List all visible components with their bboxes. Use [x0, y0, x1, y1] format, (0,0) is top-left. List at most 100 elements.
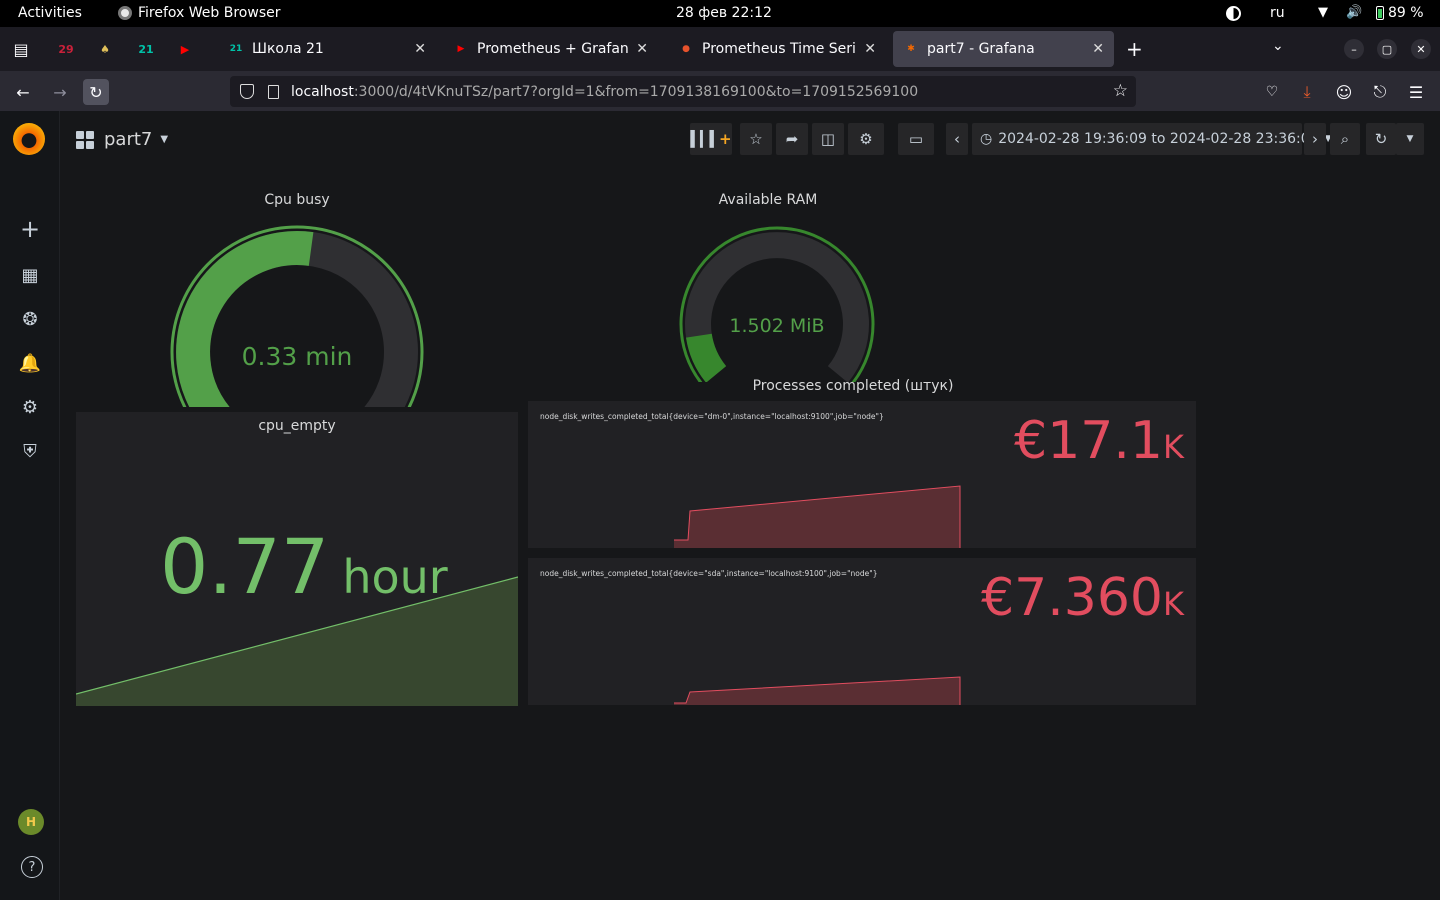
app-menu[interactable]: Firefox Web Browser	[118, 5, 281, 21]
tab-favicon-icon: 21	[229, 44, 243, 54]
help-icon[interactable]: ?	[21, 856, 43, 878]
panel-cpu-empty[interactable]: cpu_empty 0.77 hour	[76, 412, 518, 706]
stat-panel-sda[interactable]: node_disk_writes_completed_total{device=…	[528, 558, 1196, 705]
tab-favicon-icon: ✱	[907, 44, 915, 54]
system-top-bar: Activities Firefox Web Browser 28 фев 22…	[0, 0, 1440, 27]
tab-title: Школа 21	[252, 41, 324, 57]
time-range-back-button[interactable]: ‹	[946, 123, 968, 155]
menu-icon[interactable]: ☰	[1403, 79, 1429, 105]
close-tab-icon[interactable]: ✕	[1092, 41, 1104, 57]
create-plus-icon[interactable]: +	[19, 215, 41, 243]
battery-percent: 89 %	[1388, 5, 1424, 21]
back-button[interactable]: ←	[10, 79, 36, 105]
share-dashboard-button[interactable]: ➦	[776, 123, 808, 155]
dashboards-icon[interactable]: ▦	[19, 264, 41, 286]
dashboard-title-button[interactable]: part7 ▼	[76, 129, 168, 150]
navigation-toolbar: ← → ↻ localhost:3000/d/4tVKnuTSz/part7?o…	[0, 71, 1440, 111]
browser-tab[interactable]: 21 Школа 21 ✕	[218, 31, 436, 67]
panel-available-ram[interactable]: Available RAM 1.502 MiB	[528, 182, 1028, 382]
tab-favicon-icon: ●	[682, 44, 690, 54]
extensions-icon[interactable]: ⎋	[1367, 79, 1393, 105]
cycle-view-mode-button[interactable]: ▭	[898, 123, 934, 155]
volume-icon[interactable]: 🔊	[1346, 5, 1362, 20]
caret-down-icon: ▼	[160, 134, 169, 145]
app-name: Firefox Web Browser	[138, 5, 281, 21]
clock-icon: ◷	[980, 131, 993, 147]
tab-title: Prometheus Time Series (	[702, 41, 856, 57]
downloads-icon[interactable]: ⤓	[1294, 79, 1320, 105]
firefox-view-icon[interactable]: ▤	[8, 36, 34, 62]
panel-title: Processes completed (штук)	[752, 378, 954, 394]
url-bar[interactable]: localhost:3000/d/4tVKnuTSz/part7?orgId=1…	[230, 76, 1136, 107]
keyboard-layout-indicator[interactable]: ru	[1270, 5, 1285, 21]
gauge-track	[685, 232, 869, 382]
browser-tab[interactable]: ● Prometheus Time Series ( ✕	[668, 31, 886, 67]
gauge-fill	[686, 333, 727, 382]
battery-icon	[1376, 6, 1384, 20]
pinned-tab-2[interactable]: ♠	[95, 39, 115, 59]
refresh-interval-dropdown[interactable]: ▼	[1396, 123, 1424, 155]
close-window-button[interactable]: ✕	[1411, 39, 1431, 59]
tab-favicon-icon: ▶	[457, 44, 465, 54]
stat-value: 0.77 hour	[160, 522, 448, 611]
close-tab-icon[interactable]: ✕	[636, 41, 648, 57]
time-range-forward-button[interactable]: ›	[1304, 123, 1326, 155]
time-range-picker[interactable]: ◷ 2024-02-28 19:36:09 to 2024-02-28 23:3…	[972, 123, 1331, 155]
tracking-protection-icon[interactable]	[240, 84, 254, 99]
account-icon[interactable]: ☺	[1331, 79, 1357, 105]
maximize-window-button[interactable]: ▢	[1377, 39, 1397, 59]
pinned-tab-3[interactable]: 21	[136, 39, 156, 59]
activities-button[interactable]: Activities	[18, 5, 82, 21]
star-dashboard-button[interactable]: ☆	[740, 123, 772, 155]
panel-cpu-busy[interactable]: Cpu busy 0.33 min	[76, 182, 518, 407]
grafana-sidebar: + ▦ ❂ 🔔 ⚙ ⛨ H ?	[0, 111, 60, 900]
forward-button[interactable]: →	[47, 79, 73, 105]
browser-tab[interactable]: ▶ Prometheus + Grafana. H ✕	[443, 31, 658, 67]
refresh-button[interactable]: ↻	[1366, 123, 1396, 155]
add-panel-button[interactable]: ▍▎▍ +	[690, 123, 732, 155]
pinned-tab-youtube[interactable]: ▶	[175, 39, 195, 59]
stat-value: €7.360K	[981, 568, 1184, 628]
zoom-out-button[interactable]: ⌕	[1330, 123, 1360, 155]
page-info-icon[interactable]	[268, 84, 279, 99]
panel-processes-title-row: Processes completed (штук)	[528, 374, 1178, 400]
pinned-tab-1[interactable]: 29	[56, 39, 76, 59]
new-tab-button[interactable]: +	[1126, 37, 1143, 61]
gauge-cpu-busy	[170, 225, 424, 407]
browser-tab[interactable]: ✱ part7 - Grafana ✕	[893, 31, 1114, 67]
stat-panel-dm-0[interactable]: node_disk_writes_completed_total{device=…	[528, 401, 1196, 548]
gauge-fill	[176, 231, 314, 407]
wifi-icon[interactable]: ▼	[1318, 5, 1328, 20]
reload-button[interactable]: ↻	[83, 79, 109, 105]
grafana-logo-icon[interactable]	[13, 123, 45, 155]
dashboard-title: part7	[104, 129, 153, 150]
dashboard-navbar: part7 ▼ ▍▎▍ + ☆ ➦ ◫ ⚙ ▭ ‹ ◷ 2024-02-28 19…	[60, 111, 1440, 171]
tab-strip: ▤ 29 ♠ 21 ▶ 21 Школа 21 ✕ ▶ Prometheus + Grafan…	[0, 27, 1440, 71]
stat-number: 0.77	[160, 522, 330, 611]
alerting-bell-icon[interactable]: 🔔	[19, 352, 41, 374]
battery-indicator[interactable]: 89 %	[1376, 5, 1424, 21]
tab-title: part7 - Grafana	[927, 41, 1035, 57]
gauge-value: 0.33 min	[241, 342, 353, 371]
pocket-icon[interactable]: ♡	[1259, 79, 1285, 105]
close-tab-icon[interactable]: ✕	[414, 41, 426, 57]
server-admin-shield-icon[interactable]: ⛨	[19, 440, 41, 462]
minimize-window-button[interactable]: –	[1344, 39, 1364, 59]
night-light-icon[interactable]	[1226, 6, 1241, 21]
gauge-available-ram	[679, 226, 875, 382]
bookmark-star-icon[interactable]: ☆	[1113, 81, 1128, 101]
configuration-gear-icon[interactable]: ⚙	[19, 396, 41, 418]
clock[interactable]: 28 фев 22:12	[676, 5, 772, 21]
explore-compass-icon[interactable]: ❂	[19, 308, 41, 330]
close-tab-icon[interactable]: ✕	[864, 41, 876, 57]
stat-value: €17.1K	[1014, 411, 1184, 471]
stat-unit: hour	[342, 550, 448, 604]
save-dashboard-button[interactable]: ◫	[812, 123, 844, 155]
dashboard-settings-button[interactable]: ⚙	[848, 123, 884, 155]
firefox-icon	[118, 6, 132, 20]
list-all-tabs-button[interactable]: ⌄	[1272, 38, 1284, 54]
user-avatar[interactable]: H	[18, 809, 44, 835]
url-text[interactable]: localhost:3000/d/4tVKnuTSz/part7?orgId=1…	[291, 84, 918, 100]
gauge-value: 1.502 MiB	[729, 315, 825, 337]
tab-title: Prometheus + Grafana. H	[477, 41, 629, 57]
